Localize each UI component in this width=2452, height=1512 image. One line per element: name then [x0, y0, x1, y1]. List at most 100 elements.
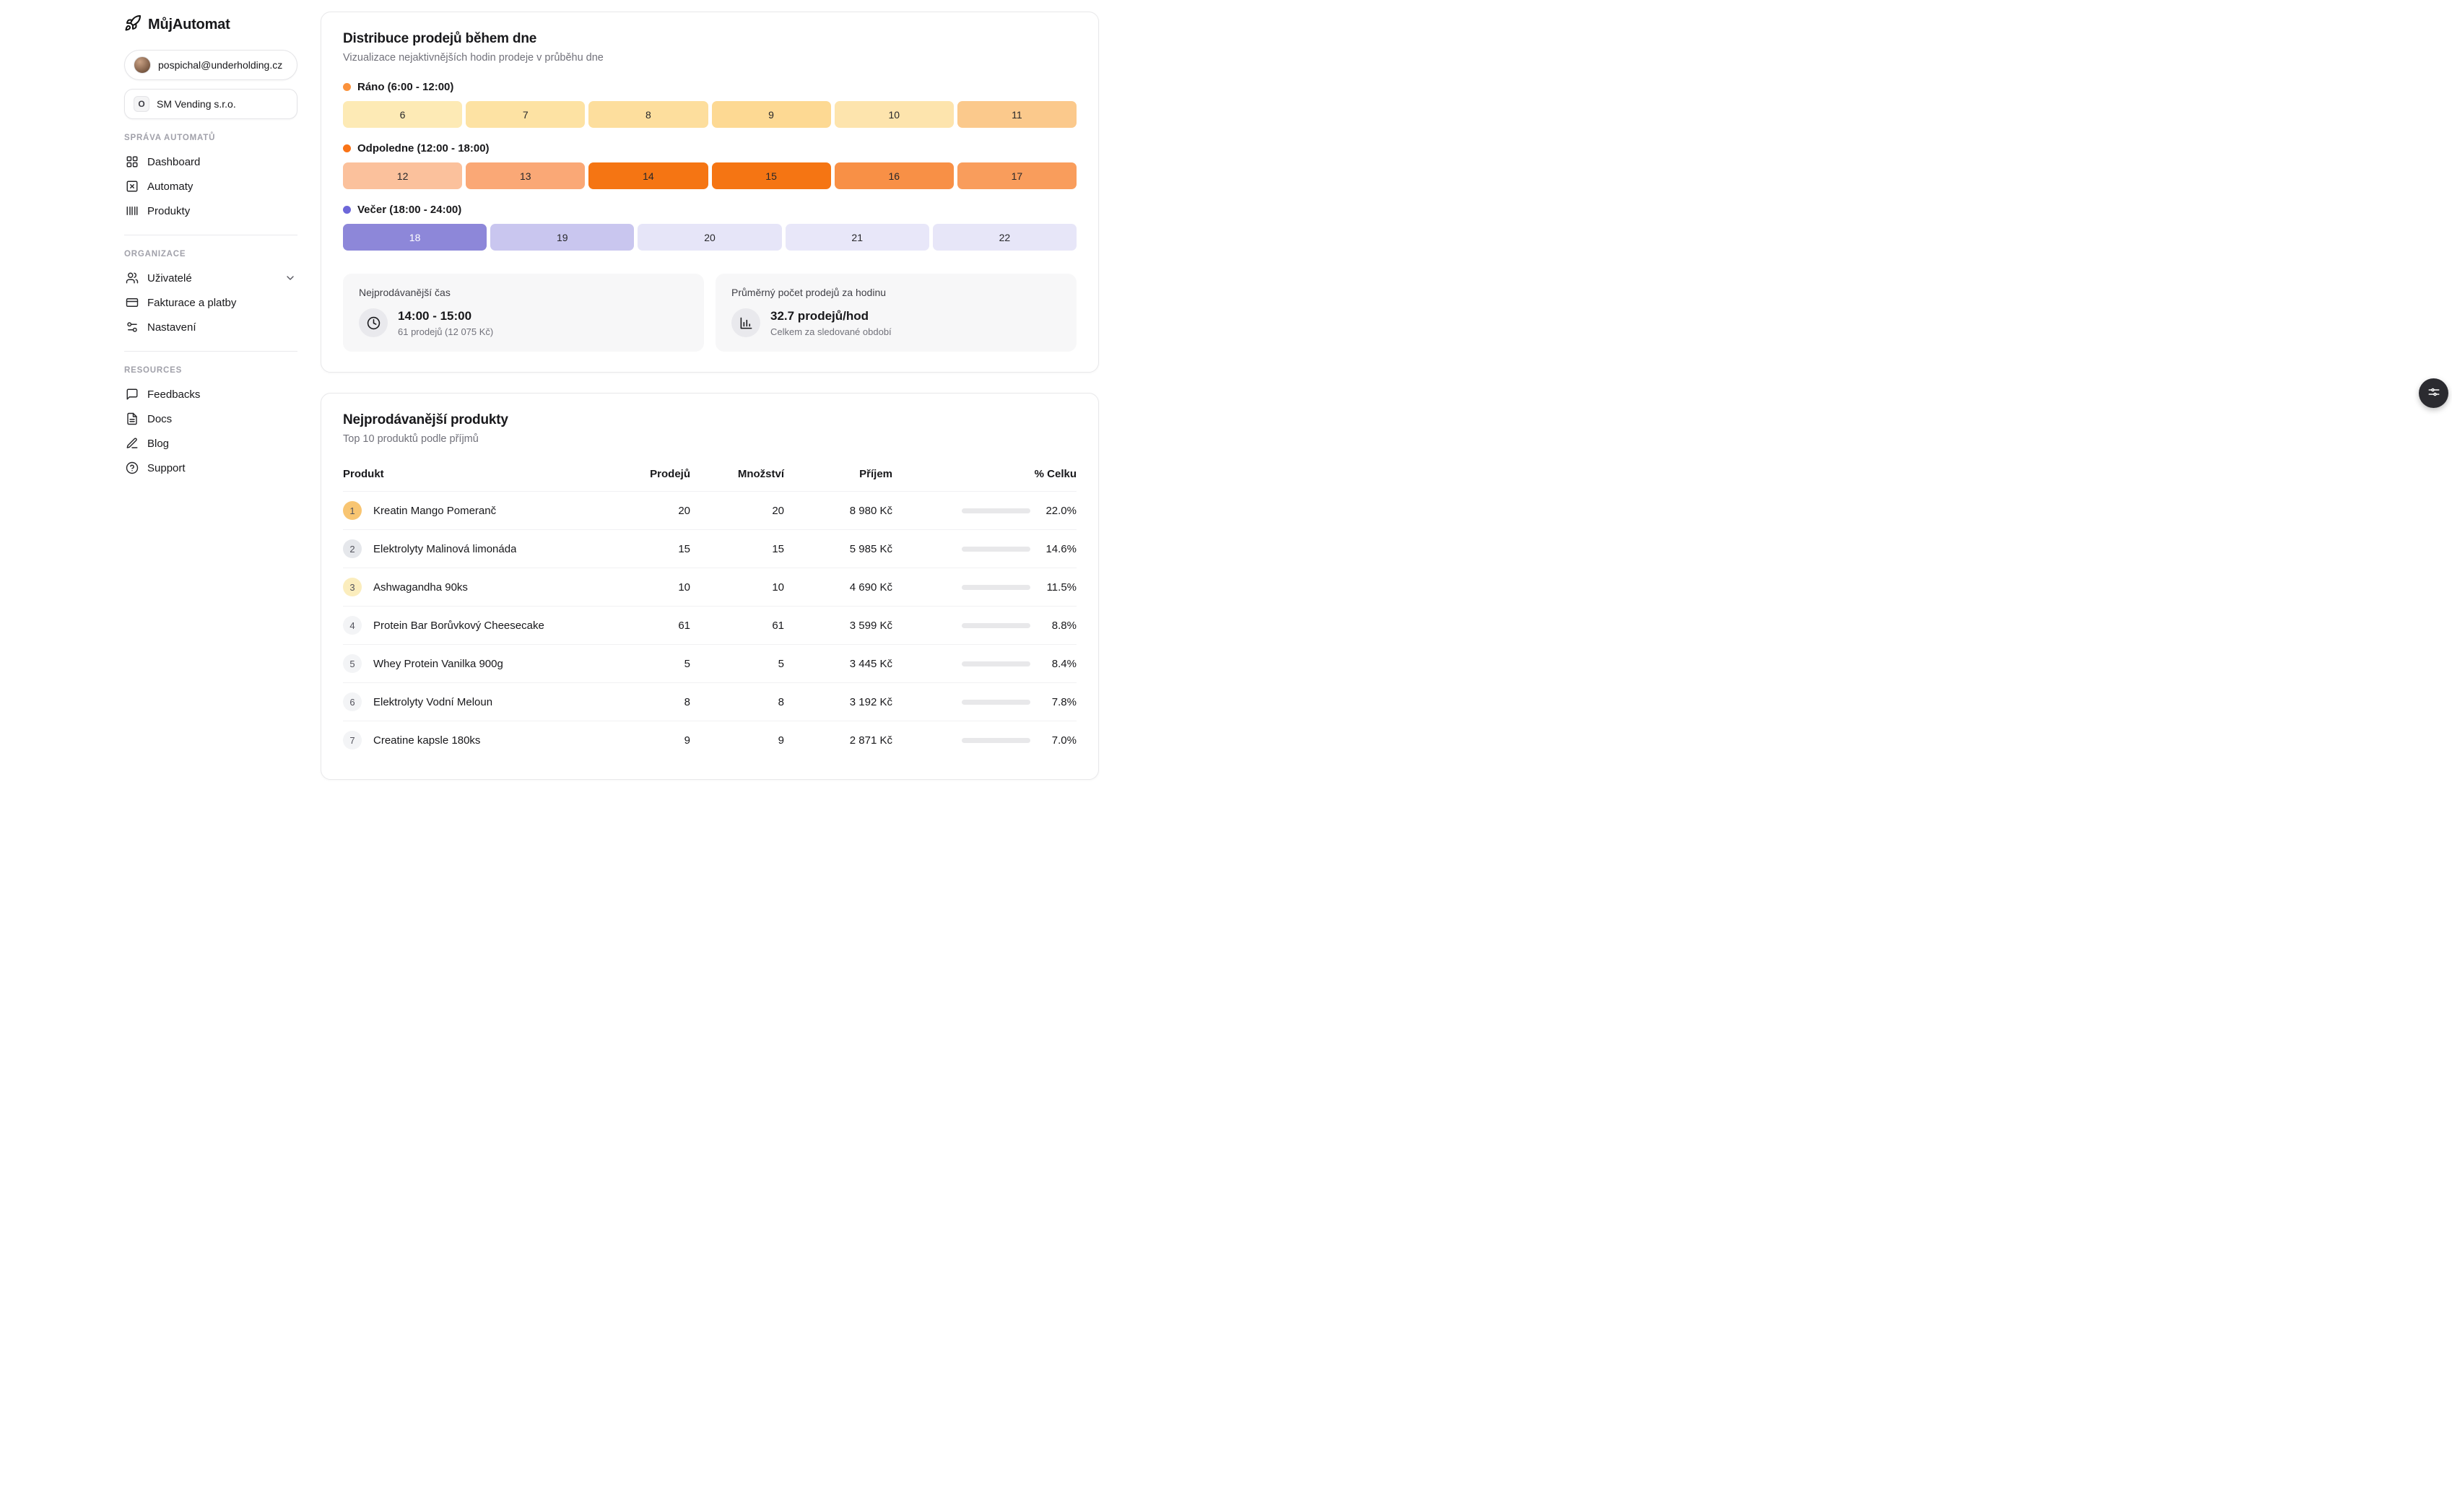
sidebar-item-feedbacks[interactable]: Feedbacks — [124, 382, 297, 407]
distribution-card: Distribuce prodejů během dne Vizualizace… — [321, 12, 1099, 373]
clock-icon — [359, 308, 388, 337]
stat-value: 14:00 - 15:00 — [398, 309, 493, 323]
heat-cell: 6 — [343, 101, 462, 128]
sidebar-item-produkty[interactable]: Produkty — [124, 199, 297, 223]
afternoon-dot-icon — [343, 144, 351, 152]
sales-value: 8 — [622, 696, 690, 708]
user-email: pospichal@underholding.cz — [158, 59, 282, 71]
heat-cell: 17 — [957, 162, 1077, 189]
heat-cell: 14 — [588, 162, 708, 189]
revenue-value: 3 445 Kč — [784, 658, 892, 670]
table-row: 6 Elektrolyty Vodní Meloun 8 8 3 192 Kč … — [343, 682, 1077, 721]
sidebar-item-label: Dashboard — [147, 156, 200, 168]
sidebar-item-automaty[interactable]: Automaty — [124, 174, 297, 199]
stat-label: Nejprodávanější čas — [359, 287, 688, 298]
share-bar — [962, 700, 1030, 705]
heat-cell: 16 — [835, 162, 954, 189]
sidebar-item-docs[interactable]: Docs — [124, 407, 297, 431]
share-percent: 22.0% — [1040, 505, 1077, 517]
section-title-resources: RESOURCES — [124, 366, 297, 375]
sidebar-item-fakturace[interactable]: Fakturace a platby — [124, 290, 297, 315]
product-name: Protein Bar Borůvkový Cheesecake — [373, 620, 544, 632]
sales-value: 15 — [622, 543, 690, 555]
heat-cell: 13 — [466, 162, 585, 189]
quantity-value: 10 — [690, 581, 784, 594]
share-bar — [962, 738, 1030, 743]
sidebar-item-blog[interactable]: Blog — [124, 431, 297, 456]
sidebar-item-label: Automaty — [147, 181, 193, 193]
heat-cell: 21 — [786, 224, 929, 251]
quantity-value: 61 — [690, 620, 784, 632]
share-percent: 8.8% — [1040, 620, 1077, 632]
col-header-sales: Prodejů — [622, 468, 690, 480]
main-content: Distribuce prodejů během dne Vizualizace… — [321, 12, 1099, 780]
org-logo: O — [134, 96, 149, 112]
share-percent: 7.0% — [1040, 734, 1077, 747]
rank-badge: 7 — [343, 731, 362, 750]
sidebar-item-nastaveni[interactable]: Nastavení — [124, 315, 297, 339]
sidebar-item-dashboard[interactable]: Dashboard — [124, 149, 297, 174]
product-name: Creatine kapsle 180ks — [373, 734, 480, 747]
machine-icon — [126, 180, 139, 193]
sidebar-item-uzivatele[interactable]: Uživatelé — [124, 266, 297, 290]
table-header: Produkt Prodejů Množství Příjem % Celku — [343, 462, 1077, 491]
share-bar — [962, 661, 1030, 666]
sales-value: 9 — [622, 734, 690, 747]
stat-value: 32.7 prodejů/hod — [770, 309, 892, 323]
quantity-value: 8 — [690, 696, 784, 708]
heatmap-row-afternoon: 12 13 14 15 16 17 — [343, 162, 1077, 189]
revenue-value: 8 980 Kč — [784, 505, 892, 517]
feedback-icon — [126, 388, 139, 401]
rank-badge: 2 — [343, 539, 362, 558]
col-header-product: Produkt — [343, 468, 622, 480]
sidebar-divider — [124, 351, 297, 352]
rank-badge: 6 — [343, 692, 362, 711]
heat-cell: 22 — [933, 224, 1077, 251]
user-avatar — [134, 56, 151, 74]
heat-group-label-evening: Večer (18:00 - 24:00) — [343, 204, 1077, 216]
product-name: Elektrolyty Vodní Meloun — [373, 696, 492, 708]
rank-badge: 5 — [343, 654, 362, 673]
product-name: Elektrolyty Malinová limonáda — [373, 543, 516, 555]
users-icon — [126, 271, 139, 284]
sidebar-item-label: Feedbacks — [147, 388, 200, 401]
share-bar — [962, 585, 1030, 590]
billing-icon — [126, 296, 139, 309]
morning-dot-icon — [343, 83, 351, 91]
revenue-value: 3 599 Kč — [784, 620, 892, 632]
sales-value: 61 — [622, 620, 690, 632]
sidebar-item-label: Fakturace a platby — [147, 297, 236, 309]
share-percent: 14.6% — [1040, 543, 1077, 555]
share-bar — [962, 547, 1030, 552]
sidebar-item-support[interactable]: Support — [124, 456, 297, 480]
col-header-share: % Celku — [892, 468, 1077, 480]
settings-icon — [126, 321, 139, 334]
user-account-button[interactable]: pospichal@underholding.cz — [124, 50, 297, 80]
stat-best-time: Nejprodávanější čas 14:00 - 15:00 61 pro… — [343, 274, 704, 352]
section-title-organizace: ORGANIZACE — [124, 250, 297, 258]
card-subtitle: Top 10 produktů podle příjmů — [343, 433, 1077, 445]
chevron-down-icon[interactable] — [284, 272, 296, 284]
heat-group-text: Večer (18:00 - 24:00) — [357, 204, 461, 216]
sidebar-item-label: Uživatelé — [147, 272, 192, 284]
card-title: Nejprodávanější produkty — [343, 412, 1077, 428]
table-row: 3 Ashwagandha 90ks 10 10 4 690 Kč 11.5% — [343, 568, 1077, 606]
col-header-quantity: Množství — [690, 468, 784, 480]
sidebar: MůjAutomat pospichal@underholding.cz O S… — [124, 12, 297, 480]
sales-value: 10 — [622, 581, 690, 594]
card-subtitle: Vizualizace nejaktivnějších hodin prodej… — [343, 52, 1077, 64]
bar-chart-icon — [731, 308, 760, 337]
heat-cell: 10 — [835, 101, 954, 128]
org-selector[interactable]: O SM Vending s.r.o. — [124, 89, 297, 119]
quick-settings-fab[interactable] — [2419, 378, 2448, 408]
heat-cell: 9 — [712, 101, 831, 128]
table-row: 5 Whey Protein Vanilka 900g 5 5 3 445 Kč… — [343, 644, 1077, 682]
heat-cell: 18 — [343, 224, 487, 251]
quantity-value: 5 — [690, 658, 784, 670]
blog-icon — [126, 437, 139, 450]
revenue-value: 5 985 Kč — [784, 543, 892, 555]
quantity-value: 20 — [690, 505, 784, 517]
heatmap-row-evening: 18 19 20 21 22 — [343, 224, 1077, 251]
heat-cell: 15 — [712, 162, 831, 189]
heat-group-text: Odpoledne (12:00 - 18:00) — [357, 142, 490, 155]
